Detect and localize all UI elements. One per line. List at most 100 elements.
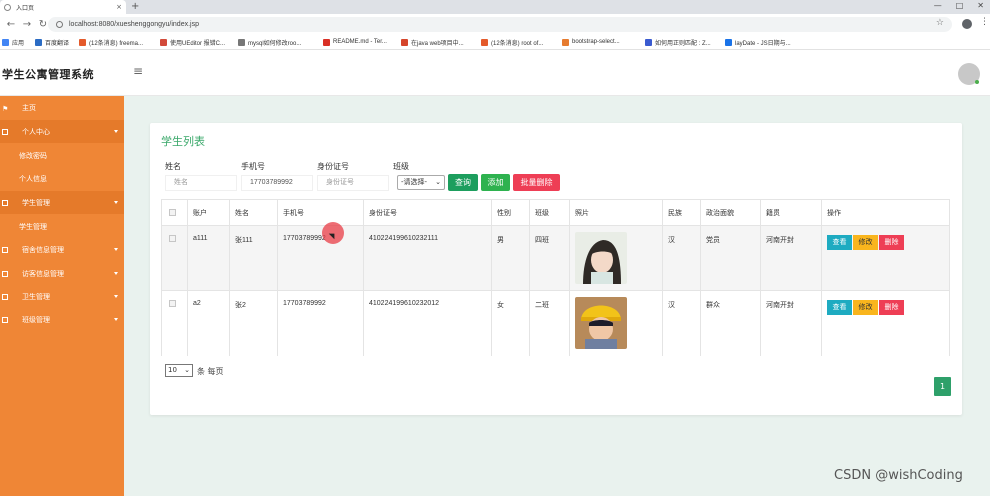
photo-cell xyxy=(570,291,663,356)
edit-button[interactable]: 修改 xyxy=(853,235,878,250)
delete-button[interactable]: 删除 xyxy=(879,235,904,250)
bookmark-item[interactable]: 在java web项目中... xyxy=(401,36,464,48)
grid-icon xyxy=(2,199,8,206)
grid-icon xyxy=(2,270,8,277)
select-all-checkbox[interactable] xyxy=(169,209,176,216)
more-menu-icon[interactable]: ⋮ xyxy=(980,17,989,27)
page-size-value: 10 xyxy=(168,366,177,374)
grid-icon xyxy=(2,128,8,135)
bookmark-label: 使用UEditor 报错C... xyxy=(170,40,226,47)
page-title: 学生列表 xyxy=(161,135,205,148)
column-header: 性别 xyxy=(492,200,530,225)
column-header: 政治面貌 xyxy=(701,200,761,225)
minimize-icon[interactable]: — xyxy=(934,0,942,12)
chevron-down-icon xyxy=(114,272,118,275)
watermark: CSDN @wishCoding xyxy=(834,468,963,483)
info-icon[interactable] xyxy=(56,21,63,28)
delete-button[interactable]: 删除 xyxy=(879,300,904,315)
bookmark-item[interactable]: (12条消息) freema... xyxy=(79,36,143,48)
column-header: 班级 xyxy=(530,200,570,225)
bookmark-favicon-icon xyxy=(323,38,330,46)
chevron-down-icon: ⌄ xyxy=(435,178,441,186)
sidebar-item-home[interactable]: ⚑ 主页 xyxy=(0,96,124,119)
politics-cell: 党员 xyxy=(701,226,761,290)
student-photo xyxy=(575,297,627,349)
bookmark-item[interactable]: README.md - Ter... xyxy=(323,36,387,48)
account-cell: a2 xyxy=(188,291,230,356)
view-button[interactable]: 查看 xyxy=(827,300,852,315)
page-size-suffix: 条 每页 xyxy=(197,367,224,376)
idcard-input[interactable]: 身份证号 xyxy=(317,175,389,191)
browser-tab[interactable]: 入口页 × xyxy=(0,0,126,14)
chevron-down-icon xyxy=(114,248,118,251)
edit-button[interactable]: 修改 xyxy=(853,300,878,315)
row-checkbox[interactable] xyxy=(169,300,176,307)
bookmark-favicon-icon xyxy=(160,38,167,46)
bookmark-item[interactable]: 如何用正则匹配 : Z... xyxy=(645,36,711,48)
name-cell: 张111 xyxy=(230,226,278,290)
sidebar-item-personal-center[interactable]: 个人中心 xyxy=(0,120,124,143)
table-row: a111 张111 17703789992 410224199610232111… xyxy=(162,226,949,291)
column-header: 账户 xyxy=(188,200,230,225)
sidebar-item-student-management[interactable]: 学生管理 xyxy=(0,191,124,214)
sidebar-item-visitor-info[interactable]: 访客信息管理 xyxy=(0,262,124,285)
sidebar-item-hygiene[interactable]: 卫生管理 xyxy=(0,285,124,308)
column-header: 籍贯 xyxy=(761,200,822,225)
name-input[interactable]: 姓名 xyxy=(165,175,237,191)
chevron-down-icon xyxy=(114,130,118,133)
phone-input[interactable]: 17703789992 xyxy=(241,175,313,191)
actions-cell: 查看 修改 删除 xyxy=(822,226,949,290)
bookmark-label: bootstrap-select... xyxy=(572,39,620,45)
bookmark-label: 应用 xyxy=(12,40,25,47)
new-tab-button[interactable]: + xyxy=(131,0,139,14)
url-input[interactable]: localhost:8080/xueshenggongyu/index.jsp … xyxy=(48,17,952,32)
view-button[interactable]: 查看 xyxy=(827,235,852,250)
star-icon[interactable]: ☆ xyxy=(936,18,944,28)
hamburger-menu-icon[interactable]: ≡ xyxy=(133,64,143,78)
bookmark-item[interactable]: bootstrap-select... xyxy=(562,36,620,48)
batch-delete-button[interactable]: 批量删除 xyxy=(513,174,560,191)
bookmark-item[interactable]: (12条消息) root of... xyxy=(481,36,543,48)
add-button[interactable]: 添加 xyxy=(481,174,510,191)
bookmark-label: 如何用正则匹配 : Z... xyxy=(655,40,711,47)
sidebar-subitem-change-password[interactable]: 修改密码 xyxy=(19,151,47,161)
bookmark-label: (12条消息) freema... xyxy=(89,40,144,47)
bookmark-item[interactable]: 使用UEditor 报错C... xyxy=(160,36,225,48)
bookmark-label: (12条消息) root of... xyxy=(491,40,544,47)
table-header: 账户 姓名 手机号 身份证号 性别 班级 照片 民族 政治面貌 籍贯 操作 xyxy=(162,200,949,226)
bookmark-item[interactable]: 应用 xyxy=(2,36,24,48)
sidebar-item-label: 宿舍信息管理 xyxy=(22,245,64,254)
reload-icon[interactable]: ↻ xyxy=(38,19,48,30)
profile-icon[interactable] xyxy=(962,19,972,29)
close-window-icon[interactable]: ✕ xyxy=(977,0,984,12)
bookmark-favicon-icon xyxy=(725,38,732,46)
class-select-value: -请选择- xyxy=(401,178,428,186)
bookmark-favicon-icon xyxy=(79,38,86,46)
gender-cell: 女 xyxy=(492,291,530,356)
grid-icon xyxy=(2,316,8,323)
app-header: 学生公寓管理系统 ≡ xyxy=(0,50,990,96)
row-select-cell xyxy=(162,291,188,356)
sidebar-item-class[interactable]: 班级管理 xyxy=(0,308,124,331)
phone-cell: 17703789992 xyxy=(278,291,364,356)
page-size-select[interactable]: 10 ⌄ xyxy=(165,364,193,377)
sidebar-subitem-personal-info[interactable]: 个人信息 xyxy=(19,174,47,184)
phone-label: 手机号 xyxy=(241,162,265,171)
bookmark-item[interactable]: mysql如何修改roo... xyxy=(238,36,301,48)
bookmark-item[interactable]: 百度翻译 xyxy=(35,36,69,48)
column-header: 操作 xyxy=(827,209,841,217)
maximize-icon[interactable]: □ xyxy=(956,0,964,12)
actions-cell: 查看 修改 删除 xyxy=(822,291,949,356)
forward-icon[interactable]: → xyxy=(22,19,32,30)
hometown-cell: 河南开封 xyxy=(761,226,822,290)
class-select[interactable]: -请选择- ⌄ xyxy=(397,175,445,190)
bookmark-item[interactable]: layDate - JS日期与... xyxy=(725,36,791,48)
sidebar-subitem-student-management[interactable]: 学生管理 xyxy=(19,222,47,232)
close-icon[interactable]: × xyxy=(116,3,122,11)
row-checkbox[interactable] xyxy=(169,235,176,242)
query-button[interactable]: 查询 xyxy=(448,174,478,191)
page-1-button[interactable]: 1 xyxy=(934,377,951,396)
sidebar-item-dorm-info[interactable]: 宿舍信息管理 xyxy=(0,238,124,261)
back-icon[interactable]: ← xyxy=(6,19,16,30)
table-row: a2 张2 17703789992 410224199610232012 女 二… xyxy=(162,291,949,356)
